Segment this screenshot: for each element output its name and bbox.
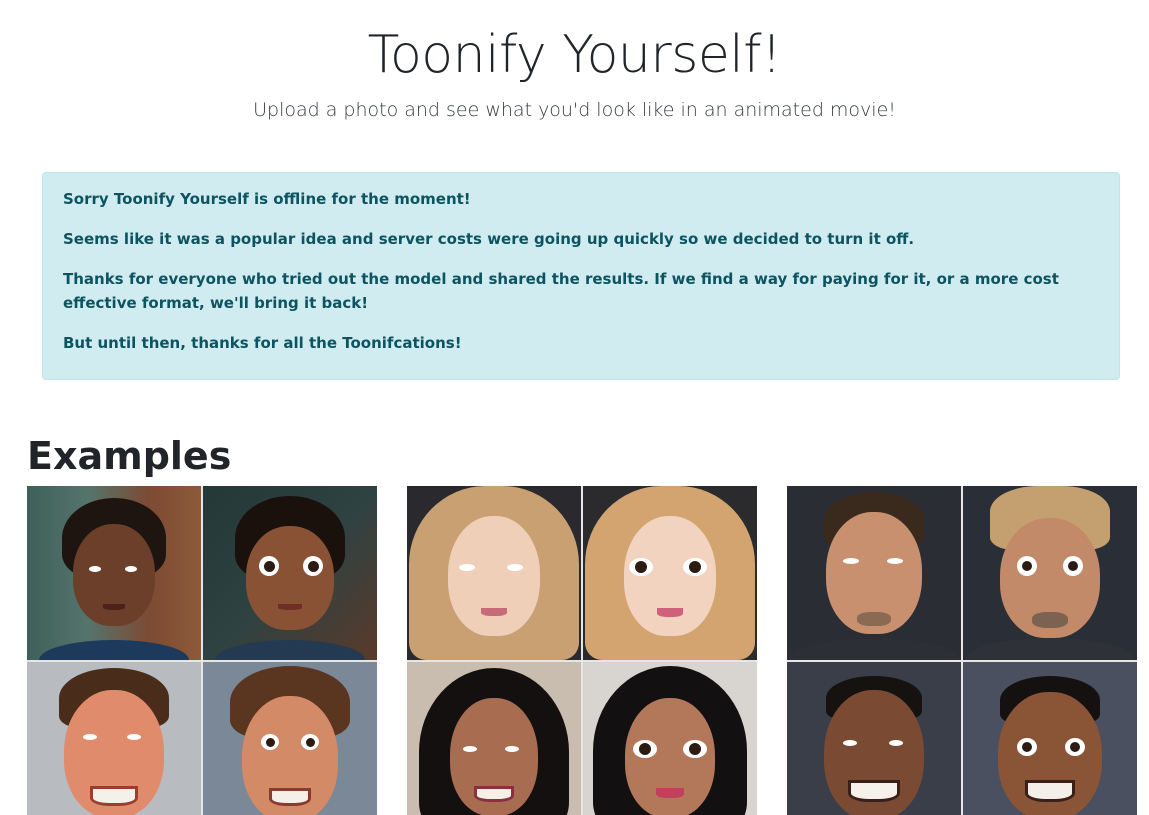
example-toon-woman-curly-hair (203, 486, 377, 660)
example-grid-2 (407, 486, 757, 815)
example-toon-smiling-man-short-hair (963, 662, 1137, 815)
page-title: Toonify Yourself! (367, 25, 782, 85)
example-grid-3 (787, 486, 1137, 815)
alert-paragraph-until-then: But until then, thanks for all the Tooni… (63, 334, 462, 352)
offline-alert: Sorry Toonify Yourself is offline for th… (42, 172, 1120, 380)
example-toon-smiling-man-brown-hair (203, 662, 377, 815)
page: Toonify Yourself! Upload a photo and see… (0, 0, 1149, 815)
example-photo-smiling-man-brown-hair (27, 662, 201, 815)
alert-paragraph-costs: Seems like it was a popular idea and ser… (63, 230, 915, 248)
example-photo-woman-curly-hair (27, 486, 201, 660)
example-toon-man-slicked-hair (963, 486, 1137, 660)
example-photo-blonde-woman (407, 486, 581, 660)
example-photo-man-slicked-hair (787, 486, 961, 660)
example-photo-woman-black-bob (407, 662, 581, 815)
page-subtitle: Upload a photo and see what you'd look l… (253, 99, 896, 121)
example-photo-smiling-man-short-hair (787, 662, 961, 815)
alert-paragraph-thanks: Thanks for everyone who tried out the mo… (63, 270, 1059, 312)
example-toon-woman-black-bob (583, 662, 757, 815)
example-toon-blonde-woman (583, 486, 757, 660)
example-grid-1 (27, 486, 377, 815)
examples-heading: Examples (27, 434, 232, 478)
alert-paragraph-offline: Sorry Toonify Yourself is offline for th… (63, 190, 471, 208)
